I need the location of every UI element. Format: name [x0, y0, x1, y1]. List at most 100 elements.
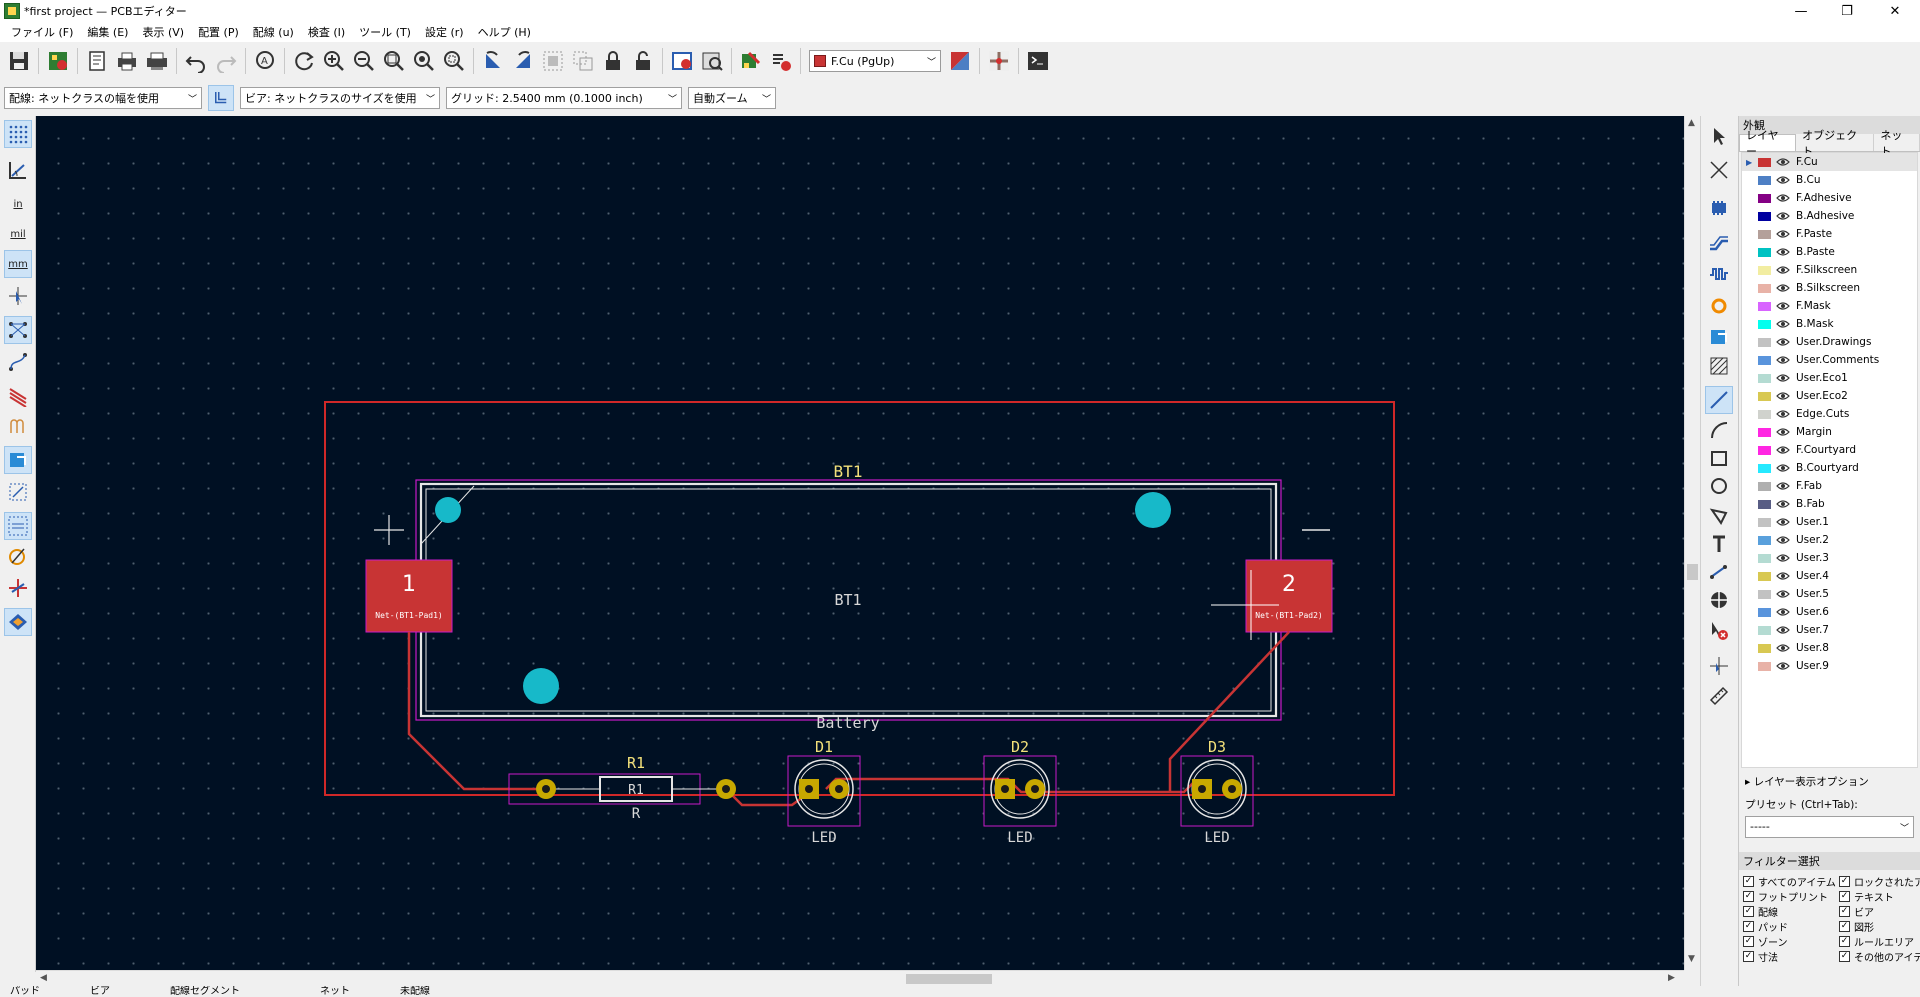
checkbox-checked-icon[interactable]: ✓	[1839, 936, 1850, 947]
draw-rectangle-icon[interactable]	[1705, 444, 1733, 472]
eye-icon[interactable]	[1776, 463, 1790, 473]
eye-icon[interactable]	[1776, 661, 1790, 671]
filter-checkbox[interactable]: ✓ テキスト	[1839, 889, 1920, 904]
eye-icon[interactable]	[1776, 445, 1790, 455]
filter-checkbox[interactable]: ✓ 配線	[1743, 904, 1839, 919]
layers-manager-icon[interactable]	[4, 608, 32, 636]
filter-checkbox[interactable]: ✓ 図形	[1839, 919, 1920, 934]
high-contrast-icon[interactable]	[4, 512, 32, 540]
local-ratsnest-icon[interactable]	[1705, 156, 1733, 184]
draw-arc-icon[interactable]	[1705, 416, 1733, 444]
page-settings-icon[interactable]	[82, 46, 112, 76]
rule-area-icon[interactable]	[1705, 352, 1733, 380]
eye-icon[interactable]	[1776, 625, 1790, 635]
save-icon[interactable]	[4, 46, 34, 76]
scroll-down-icon[interactable]: ▼	[1688, 954, 1695, 964]
place-anchor-icon[interactable]	[1705, 586, 1733, 614]
eye-icon[interactable]	[1776, 373, 1790, 383]
eye-icon[interactable]	[1776, 229, 1790, 239]
scroll-right-icon[interactable]: ▶	[1668, 973, 1675, 983]
layer-row[interactable]: F.Mask	[1742, 297, 1917, 315]
vertical-scrollbar[interactable]: ▲ ▼	[1684, 116, 1700, 970]
scripting-icon[interactable]	[984, 46, 1014, 76]
drc-icon[interactable]	[667, 46, 697, 76]
layer-color-swatch[interactable]	[1758, 481, 1771, 491]
menu-tools[interactable]: ツール (T)	[352, 24, 418, 40]
layer-color-swatch[interactable]	[1758, 535, 1771, 545]
layer-color-swatch[interactable]	[1758, 319, 1771, 329]
zoom-select[interactable]: 自動ズーム ﹀	[688, 87, 776, 109]
python-console-icon[interactable]	[1023, 46, 1053, 76]
checkbox-checked-icon[interactable]: ✓	[1743, 906, 1754, 917]
ratsnest-icon[interactable]	[4, 316, 32, 344]
layer-color-swatch[interactable]	[1758, 355, 1771, 365]
scroll-thumb[interactable]	[906, 974, 992, 984]
checkbox-checked-icon[interactable]: ✓	[1743, 921, 1754, 932]
lock-icon[interactable]	[598, 46, 628, 76]
layer-row[interactable]: User.1	[1742, 513, 1917, 531]
layer-row[interactable]: User.Eco1	[1742, 369, 1917, 387]
layer-row[interactable]: User.7	[1742, 621, 1917, 639]
eye-icon[interactable]	[1776, 283, 1790, 293]
rotate-ccw-icon[interactable]	[478, 46, 508, 76]
draw-circle-icon[interactable]	[1705, 472, 1733, 500]
layer-row[interactable]: User.4	[1742, 567, 1917, 585]
add-dimension-icon[interactable]	[1705, 558, 1733, 586]
eye-icon[interactable]	[1776, 535, 1790, 545]
checkbox-checked-icon[interactable]: ✓	[1743, 936, 1754, 947]
eye-icon[interactable]	[1776, 589, 1790, 599]
layer-row[interactable]: B.Paste	[1742, 243, 1917, 261]
eye-icon[interactable]	[1776, 409, 1790, 419]
mirror-v-icon[interactable]	[538, 46, 568, 76]
grid-select[interactable]: グリッド: 2.5400 mm (0.1000 inch) ﹀	[446, 87, 682, 109]
d3-footprint[interactable]	[1180, 755, 1254, 827]
checkbox-checked-icon[interactable]: ✓	[1743, 891, 1754, 902]
checkbox-checked-icon[interactable]: ✓	[1839, 921, 1850, 932]
via-size-select[interactable]: ビア: ネットクラスのサイズを使用 ﹀	[240, 87, 440, 109]
find-icon[interactable]: A	[250, 46, 280, 76]
layer-row[interactable]: Margin	[1742, 423, 1917, 441]
layer-row[interactable]: User.9	[1742, 657, 1917, 675]
select-arrow-icon[interactable]	[1705, 122, 1733, 150]
tab-nets[interactable]: ネット	[1874, 129, 1920, 158]
layer-color-swatch[interactable]	[1758, 517, 1771, 527]
zone-display-icon[interactable]	[4, 382, 32, 410]
layer-color-swatch[interactable]	[1758, 391, 1771, 401]
add-via-icon[interactable]	[1705, 292, 1733, 320]
grid-origin-icon[interactable]	[1705, 652, 1733, 680]
eye-icon[interactable]	[1776, 499, 1790, 509]
layer-color-swatch[interactable]	[1758, 553, 1771, 563]
close-button[interactable]: ✕	[1872, 0, 1918, 22]
unit-mil-button[interactable]: mil	[4, 220, 32, 248]
layer-color-swatch[interactable]	[1758, 499, 1771, 509]
checkbox-checked-icon[interactable]: ✓	[1743, 951, 1754, 962]
tab-layers[interactable]: レイヤー	[1739, 129, 1797, 158]
eye-icon[interactable]	[1776, 427, 1790, 437]
checkbox-checked-icon[interactable]: ✓	[1839, 951, 1850, 962]
eye-icon[interactable]	[1776, 301, 1790, 311]
unit-inch-button[interactable]: in	[4, 190, 32, 218]
layer-color-swatch[interactable]	[1758, 571, 1771, 581]
polar-coords-icon[interactable]	[4, 156, 32, 184]
layer-color-swatch[interactable]	[1758, 229, 1771, 239]
eye-icon[interactable]	[1776, 211, 1790, 221]
draw-polygon-icon[interactable]	[1705, 502, 1733, 530]
layer-row[interactable]: F.Adhesive	[1742, 189, 1917, 207]
eye-icon[interactable]	[1776, 319, 1790, 329]
checkbox-checked-icon[interactable]: ✓	[1839, 876, 1850, 887]
rotate-cw-icon[interactable]	[508, 46, 538, 76]
menu-place[interactable]: 配置 (P)	[191, 24, 246, 40]
layer-row[interactable]: User.Comments	[1742, 351, 1917, 369]
scroll-thumb[interactable]	[1687, 564, 1698, 580]
layer-row[interactable]: F.Silkscreen	[1742, 261, 1917, 279]
zoom-out-icon[interactable]	[349, 46, 379, 76]
redo-icon[interactable]	[211, 46, 241, 76]
checkbox-checked-icon[interactable]: ✓	[1839, 891, 1850, 902]
zoom-objects-icon[interactable]	[409, 46, 439, 76]
layer-color-swatch[interactable]	[1758, 607, 1771, 617]
eye-icon[interactable]	[1776, 175, 1790, 185]
layer-color-swatch[interactable]	[1758, 409, 1771, 419]
unit-mm-button[interactable]: mm	[4, 250, 32, 278]
layer-color-swatch[interactable]	[1758, 175, 1771, 185]
checkbox-checked-icon[interactable]: ✓	[1743, 876, 1754, 887]
